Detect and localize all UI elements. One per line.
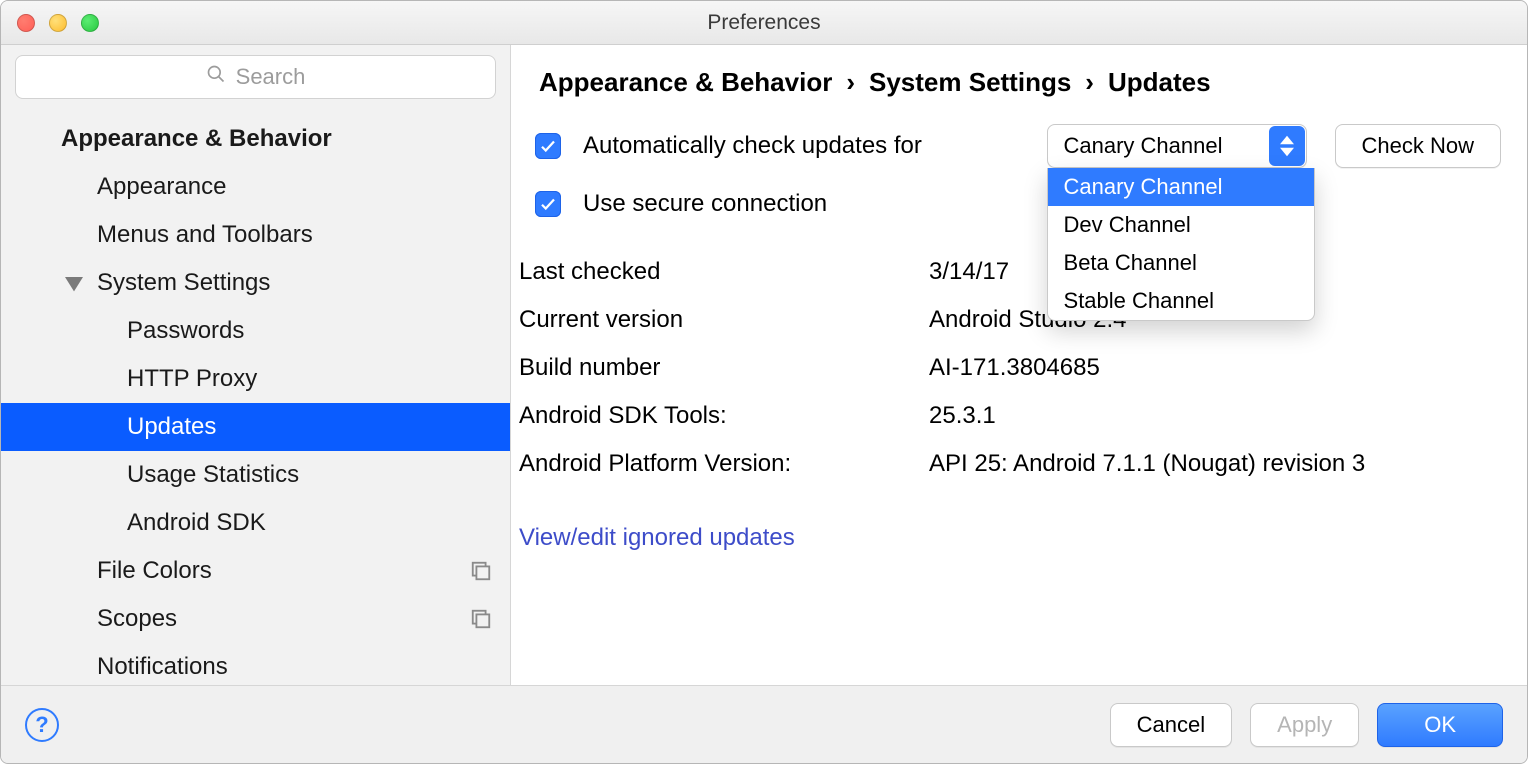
- sidebar-item-http-proxy[interactable]: HTTP Proxy: [1, 355, 510, 403]
- sidebar-group-appearance-behavior[interactable]: Appearance & Behavior: [1, 115, 510, 163]
- search-input[interactable]: Search: [15, 55, 496, 99]
- sidebar-item-usage-statistics[interactable]: Usage Statistics: [1, 451, 510, 499]
- breadcrumb-separator-icon: ›: [1085, 67, 1094, 98]
- breadcrumb-item: System Settings: [869, 67, 1071, 98]
- preferences-window: Preferences Search Appearance & Behavior…: [0, 0, 1528, 764]
- window-controls: [17, 14, 99, 32]
- platform-version-label: Android Platform Version:: [519, 450, 929, 478]
- channel-option-canary[interactable]: Canary Channel: [1048, 168, 1314, 206]
- channel-option-stable[interactable]: Stable Channel: [1048, 282, 1314, 320]
- select-stepper-icon: [1269, 126, 1305, 166]
- disclosure-triangle-icon[interactable]: [65, 274, 83, 292]
- channel-option-beta[interactable]: Beta Channel: [1048, 244, 1314, 282]
- sidebar-item-android-sdk[interactable]: Android SDK: [1, 499, 510, 547]
- sidebar-tree: Appearance & Behavior Appearance Menus a…: [1, 109, 510, 685]
- breadcrumb-item: Updates: [1108, 67, 1211, 98]
- content: Search Appearance & Behavior Appearance …: [1, 45, 1527, 685]
- help-button[interactable]: ?: [25, 708, 59, 742]
- check-now-button[interactable]: Check Now: [1335, 124, 1501, 168]
- main-panel: Appearance & Behavior › System Settings …: [511, 45, 1527, 685]
- platform-version-value: API 25: Android 7.1.1 (Nougat) revision …: [929, 450, 1503, 478]
- sidebar-item-scopes[interactable]: Scopes: [1, 595, 510, 643]
- sidebar-item-file-colors[interactable]: File Colors: [1, 547, 510, 595]
- cancel-button[interactable]: Cancel: [1110, 703, 1232, 747]
- sdk-tools-value: 25.3.1: [929, 402, 1503, 430]
- auto-check-label: Automatically check updates for: [583, 132, 922, 160]
- breadcrumb: Appearance & Behavior › System Settings …: [535, 45, 1527, 106]
- footer: ? Cancel Apply OK: [1, 685, 1527, 763]
- build-number-label: Build number: [519, 354, 929, 382]
- minimize-window-button[interactable]: [49, 14, 67, 32]
- apply-button[interactable]: Apply: [1250, 703, 1359, 747]
- sidebar-item-menus-toolbars[interactable]: Menus and Toolbars: [1, 211, 510, 259]
- info-grid: Last checked 3/14/17 Current version And…: [519, 258, 1503, 478]
- sidebar-item-passwords[interactable]: Passwords: [1, 307, 510, 355]
- sidebar: Search Appearance & Behavior Appearance …: [1, 45, 511, 685]
- channel-select[interactable]: Canary Channel Canary Channel Dev Channe…: [1047, 124, 1307, 168]
- channel-dropdown: Canary Channel Dev Channel Beta Channel …: [1047, 168, 1315, 321]
- sidebar-item-label: System Settings: [97, 269, 270, 297]
- sidebar-item-appearance[interactable]: Appearance: [1, 163, 510, 211]
- sidebar-item-label: File Colors: [97, 557, 212, 585]
- project-scope-icon: [470, 608, 492, 630]
- build-number-value: AI-171.3804685: [929, 354, 1503, 382]
- breadcrumb-separator-icon: ›: [846, 67, 855, 98]
- last-checked-label: Last checked: [519, 258, 929, 286]
- secure-connection-label: Use secure connection: [583, 190, 827, 218]
- project-scope-icon: [470, 560, 492, 582]
- sdk-tools-label: Android SDK Tools:: [519, 402, 929, 430]
- ok-button[interactable]: OK: [1377, 703, 1503, 747]
- secure-connection-checkbox[interactable]: [535, 191, 561, 217]
- search-placeholder: Search: [236, 64, 306, 90]
- sidebar-item-system-settings[interactable]: System Settings: [1, 259, 510, 307]
- sidebar-item-notifications[interactable]: Notifications: [1, 643, 510, 685]
- channel-option-dev[interactable]: Dev Channel: [1048, 206, 1314, 244]
- ignored-updates-link[interactable]: View/edit ignored updates: [519, 524, 1527, 552]
- channel-selected: Canary Channel: [1064, 133, 1223, 159]
- search-icon: [206, 64, 226, 90]
- titlebar: Preferences: [1, 1, 1527, 45]
- breadcrumb-item: Appearance & Behavior: [539, 67, 832, 98]
- close-window-button[interactable]: [17, 14, 35, 32]
- current-version-label: Current version: [519, 306, 929, 334]
- zoom-window-button[interactable]: [81, 14, 99, 32]
- sidebar-item-label: Scopes: [97, 605, 177, 633]
- auto-check-checkbox[interactable]: [535, 133, 561, 159]
- window-title: Preferences: [707, 11, 820, 35]
- sidebar-item-updates[interactable]: Updates: [1, 403, 510, 451]
